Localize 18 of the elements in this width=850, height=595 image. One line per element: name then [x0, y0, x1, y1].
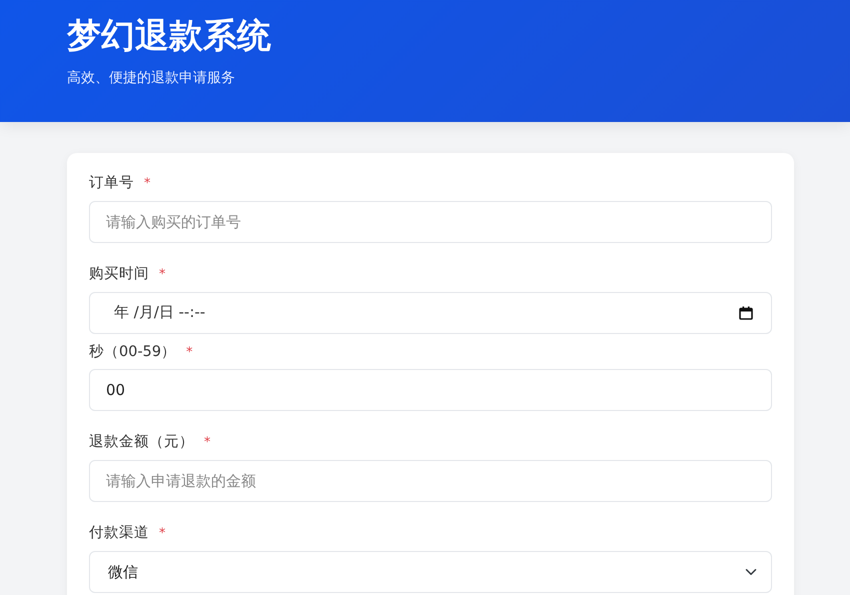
calendar-icon[interactable] — [739, 306, 753, 320]
required-mark: * — [204, 434, 210, 452]
field-label: 购买时间 — [89, 264, 149, 284]
input-field[interactable]: 00 — [89, 369, 772, 412]
field-label: 订单号 — [89, 174, 134, 193]
required-mark: * — [186, 344, 193, 362]
field-label: 付款渠道 — [89, 524, 149, 543]
required-mark: * — [144, 175, 150, 194]
select-field[interactable]: 微信 — [89, 550, 772, 593]
field-label: 退款金额（元） — [89, 432, 194, 452]
app-title: 梦幻退款系统 — [67, 15, 272, 58]
datetime-field[interactable]: 年 /月/日 --:-- — [89, 292, 772, 334]
required-mark: * — [159, 525, 166, 544]
app-subtitle: 高效、便捷的退款申请服务 — [67, 69, 236, 88]
input-field[interactable]: 请输入购买的订单号 — [89, 200, 772, 243]
required-mark: * — [159, 266, 166, 284]
field-label: 秒（00-59） — [89, 342, 176, 362]
input-field[interactable]: 请输入申请退款的金额 — [89, 460, 772, 502]
